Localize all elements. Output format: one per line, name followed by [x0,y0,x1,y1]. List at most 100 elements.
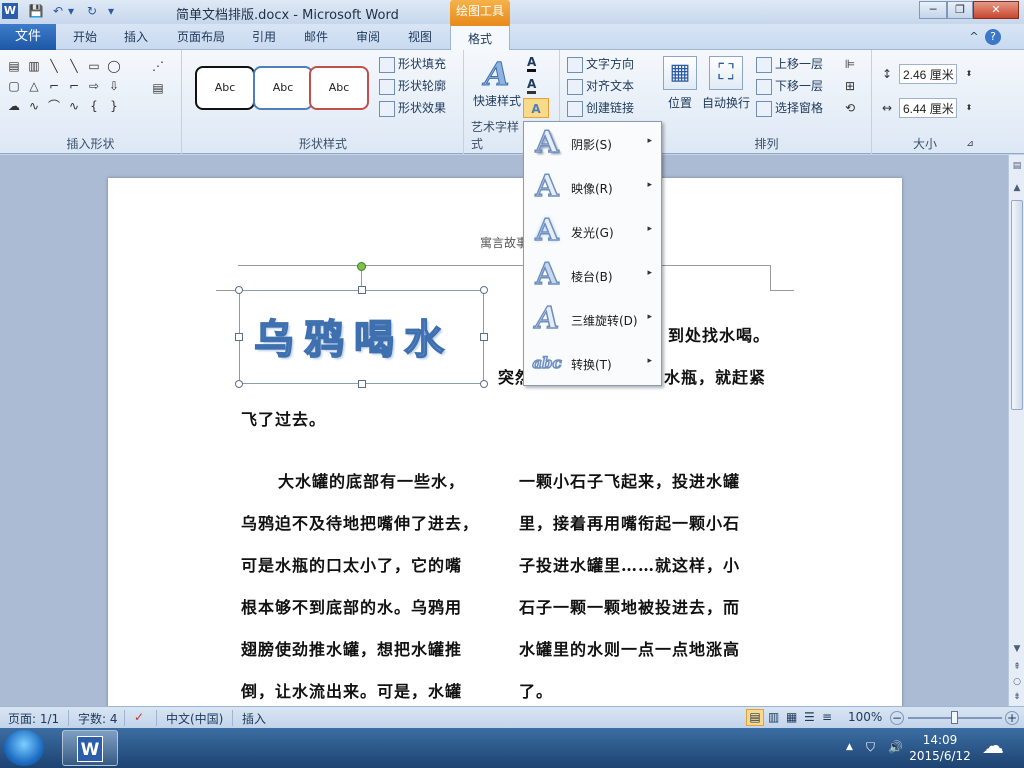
menu-item-transform[interactable]: abc 转换(T) ▸ [525,342,660,386]
vertical-scrollbar[interactable]: ▤ ▲ ▼ ⇞ ○ ⇟ [1008,155,1024,706]
resize-handle-t[interactable] [358,286,366,294]
shape-cloud-icon[interactable]: ☁ [6,98,22,114]
undo-icon[interactable]: ↶ [50,3,66,19]
shape-wave-icon[interactable]: ∿ [66,98,82,114]
menu-item-shadow[interactable]: A 阴影(S) ▸ [525,122,660,166]
bring-forward-button[interactable]: 上移一层 [756,54,823,74]
insert-mode-indicator[interactable]: 插入 [242,710,266,727]
edit-shape-icon[interactable]: ⋰ [150,58,166,74]
shape-line-icon[interactable]: ╲ [46,58,62,74]
previous-page-icon[interactable]: ⇞ [1010,660,1024,674]
size-dialog-launcher-icon[interactable]: ⊿ [965,136,975,152]
tab-page-layout[interactable]: 页面布局 [168,24,234,50]
wordart-text[interactable]: 乌鸦喝水 [253,307,454,365]
wrap-text-button[interactable]: ⛶ 自动换行 [700,56,752,111]
menu-item-reflection[interactable]: A 映像(R) ▸ [525,166,660,210]
draft-view-icon[interactable]: ≡ [822,710,832,724]
shape-curve-icon[interactable]: ∿ [26,98,42,114]
close-button[interactable]: ✕ [973,1,1019,19]
selection-pane-button[interactable]: 选择窗格 [756,98,823,118]
tab-review[interactable]: 审阅 [346,24,390,50]
shape-textbox-icon[interactable]: ▤ [6,58,22,74]
resize-handle-tl[interactable] [235,286,243,294]
customize-quick-access-icon[interactable]: ▾ [106,3,116,19]
shape-rectangle-icon[interactable]: ▭ [86,58,102,74]
volume-icon[interactable]: 🔊 [888,740,903,754]
shape-elbow-icon[interactable]: ⌐ [46,78,62,94]
scrollbar-thumb[interactable] [1011,200,1023,410]
shape-style-preset-blue[interactable]: Abc [253,66,313,110]
tab-view[interactable]: 视图 [398,24,442,50]
print-layout-view-icon[interactable]: ▤ [746,709,764,726]
shape-width-input[interactable] [899,98,957,118]
full-screen-view-icon[interactable]: ▥ [768,710,779,724]
text-direction-button[interactable]: 文字方向 [567,54,634,74]
tab-references[interactable]: 引用 [242,24,286,50]
weather-gadget-icon[interactable]: ☁ [982,734,1004,759]
resize-handle-l[interactable] [235,333,243,341]
menu-item-bevel[interactable]: A 棱台(B) ▸ [525,254,660,298]
align-icon[interactable]: ⊫ [842,56,858,72]
shape-height-input[interactable] [899,64,957,84]
show-hidden-icons-icon[interactable]: ▲ [846,742,853,752]
word-count[interactable]: 字数: 4 [78,710,118,727]
shape-down-arrow-icon[interactable]: ⇩ [106,78,122,94]
undo-dropdown-icon[interactable]: ▾ [66,3,76,19]
shape-elbow2-icon[interactable]: ⌐ [66,78,82,94]
redo-icon[interactable]: ↻ [84,3,100,19]
align-text-button[interactable]: 对齐文本 [567,76,634,96]
minimize-button[interactable]: ─ [919,1,947,19]
tab-file[interactable]: 文件 [0,24,56,50]
shape-effects-button[interactable]: 形状效果 [379,98,446,118]
shape-arrow-line-icon[interactable]: ╲ [66,58,82,74]
start-button[interactable] [4,730,44,766]
tab-insert[interactable]: 插入 [114,24,158,50]
next-page-icon[interactable]: ⇟ [1010,690,1024,704]
shape-triangle-icon[interactable]: △ [26,78,42,94]
shape-oval-icon[interactable]: ◯ [106,58,122,74]
zoom-out-button[interactable]: − [890,711,904,725]
zoom-level[interactable]: 100% [848,710,882,724]
resize-handle-b[interactable] [358,380,366,388]
word-app-icon[interactable]: W [2,3,18,19]
web-layout-view-icon[interactable]: ▦ [786,710,797,724]
restore-button[interactable]: ❐ [947,1,973,19]
shape-rounded-rect-icon[interactable]: ▢ [6,78,22,94]
language-indicator[interactable]: 中文(中国) [166,710,223,727]
resize-handle-bl[interactable] [235,380,243,388]
resize-handle-r[interactable] [480,333,488,341]
shape-vertical-textbox-icon[interactable]: ▥ [26,58,42,74]
quick-styles-button[interactable]: A 快速样式 [469,56,525,109]
tab-home[interactable]: 开始 [62,24,108,50]
shape-style-preset-black[interactable]: Abc [195,66,255,110]
send-backward-button[interactable]: 下移一层 [756,76,823,96]
text-outline-button[interactable]: A [527,76,537,94]
proofing-icon[interactable]: ✓ [134,710,144,724]
wordart-textbox[interactable]: 乌鸦喝水 [239,290,484,384]
text-effects-button[interactable]: A [523,98,549,118]
rotate-icon[interactable]: ⟲ [842,100,858,116]
text-fill-button[interactable]: A [527,54,537,72]
action-center-flag-icon[interactable]: ⛉ [866,740,875,755]
height-spinner-icon[interactable]: ⬍ [961,66,977,82]
shape-right-arrow-icon[interactable]: ⇨ [86,78,102,94]
outline-view-icon[interactable]: ☰ [804,710,815,724]
zoom-slider-thumb[interactable] [951,711,958,724]
position-button[interactable]: ▦ 位置 [662,56,698,111]
group-icon[interactable]: ⊞ [842,78,858,94]
shape-outline-button[interactable]: 形状轮廓 [379,76,446,96]
shape-fill-button[interactable]: 形状填充 [379,54,446,74]
shape-right-brace-icon[interactable]: } [106,98,122,114]
ruler-toggle-icon[interactable]: ▤ [1010,159,1024,173]
taskbar-word-button[interactable]: W [62,730,118,766]
save-icon[interactable]: 💾 [28,3,44,19]
shape-arc-icon[interactable]: ⌒ [46,98,62,114]
browse-object-icon[interactable]: ○ [1010,675,1024,689]
scroll-down-icon[interactable]: ▼ [1010,642,1024,656]
scroll-up-icon[interactable]: ▲ [1010,181,1024,195]
resize-handle-tr[interactable] [480,286,488,294]
menu-item-3d-rotation[interactable]: A 三维旋转(D) ▸ [525,298,660,342]
page-count[interactable]: 页面: 1/1 [8,710,59,727]
width-spinner-icon[interactable]: ⬍ [961,100,977,116]
tab-mailings[interactable]: 邮件 [294,24,338,50]
